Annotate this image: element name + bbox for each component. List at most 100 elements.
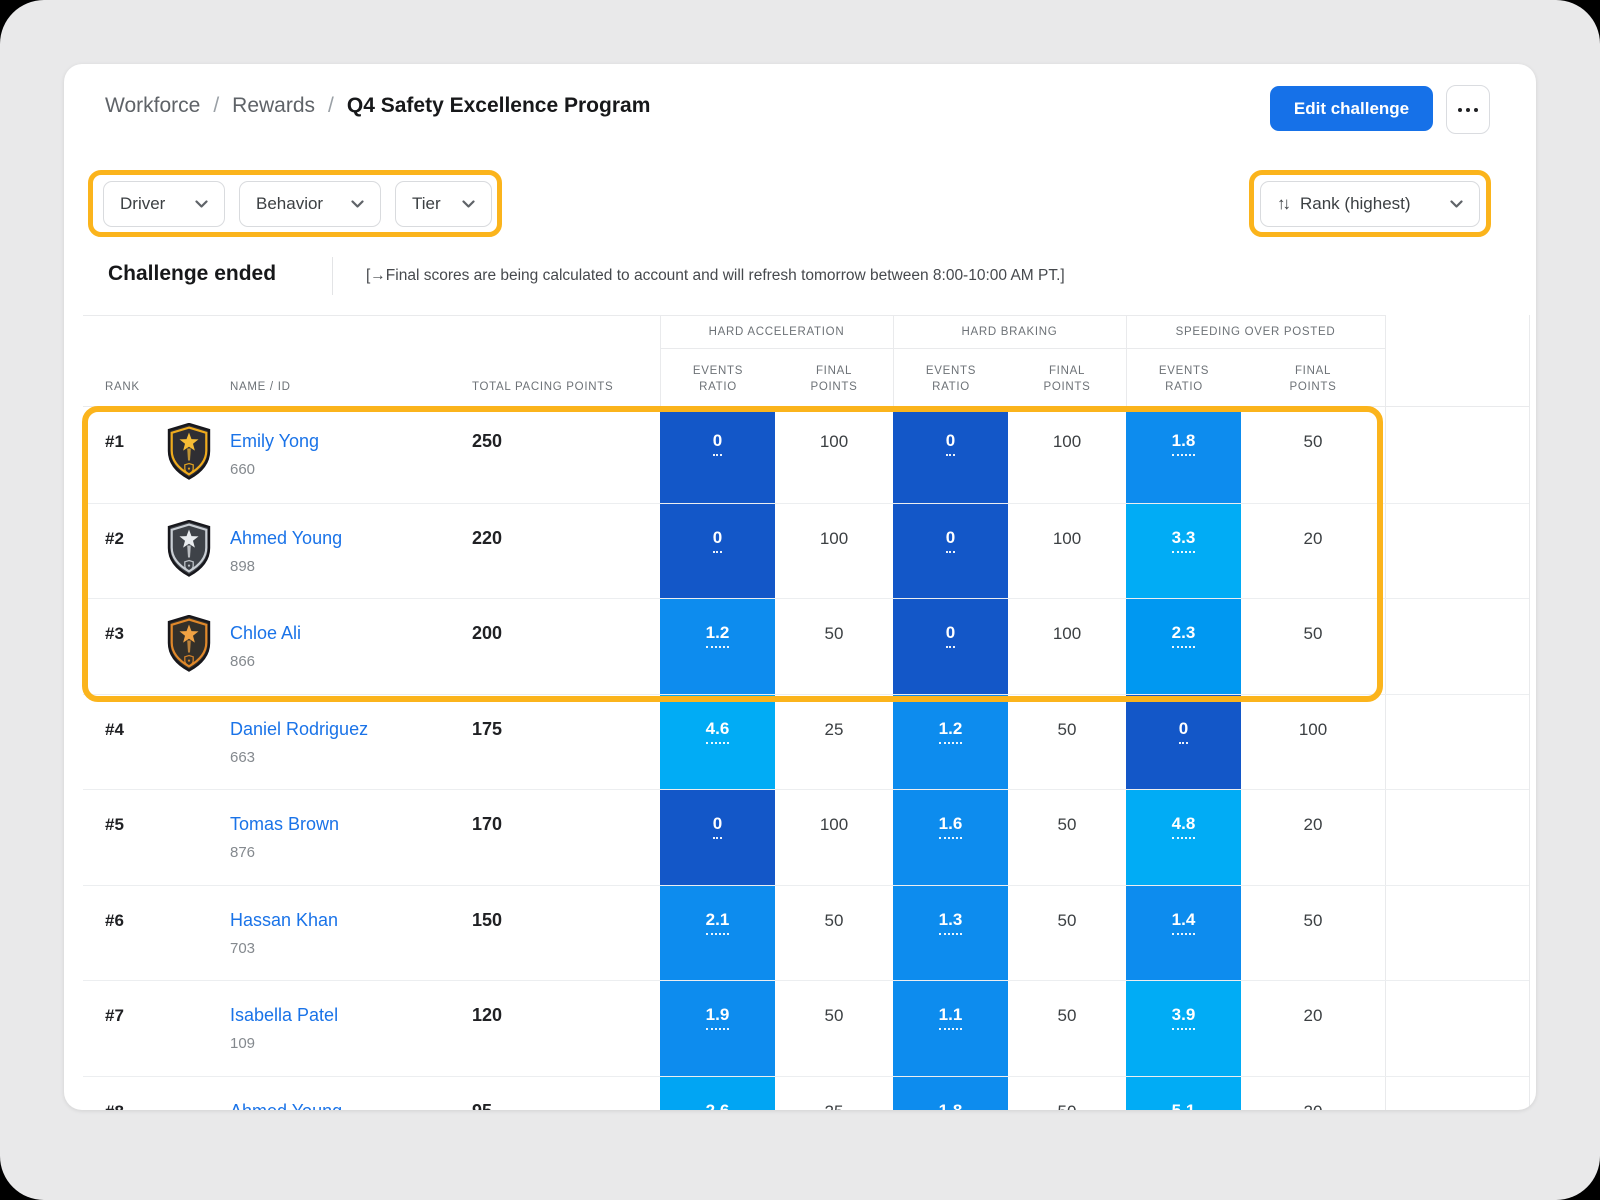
driver-cell: Daniel Rodriguez 663	[210, 695, 460, 790]
events-ratio-value[interactable]: 0	[713, 431, 722, 456]
tier-filter-dropdown[interactable]: Tier	[395, 181, 492, 227]
ellipsis-icon	[1466, 108, 1470, 112]
events-ratio-value[interactable]: 2.3	[1172, 623, 1196, 648]
events-ratio-value[interactable]: 1.9	[706, 1005, 730, 1030]
driver-name-link[interactable]: Ahmed Young	[230, 528, 460, 549]
final-points-value: 100	[1241, 695, 1385, 790]
driver-name-link[interactable]: Chloe Ali	[230, 623, 460, 644]
leaderboard-table: HARD ACCELERATION HARD BRAKING SPEEDING …	[83, 315, 1530, 1110]
driver-name-link[interactable]: Ahmed Young	[230, 1101, 460, 1111]
events-ratio-cell: 1.9	[660, 981, 775, 1076]
challenge-detail-card: Workforce / Rewards / Q4 Safety Excellen…	[64, 64, 1536, 1110]
total-pacing-points-value: 120	[460, 981, 660, 1076]
group-header-border	[660, 348, 1385, 349]
events-ratio-value[interactable]: 3.9	[1172, 1005, 1196, 1030]
table-row-rank-2: #2 Ahmed Young 898 220 0 100 0 100 3.3	[83, 503, 1529, 599]
final-points-value: 25	[775, 1077, 893, 1111]
driver-name-link[interactable]: Tomas Brown	[230, 814, 460, 835]
events-ratio-value[interactable]: 5.1	[1172, 1101, 1196, 1111]
page-title: Q4 Safety Excellence Program	[347, 94, 651, 118]
rank-value: #7	[83, 981, 155, 1076]
edit-challenge-button[interactable]: Edit challenge	[1270, 86, 1433, 131]
sort-dropdown[interactable]: ↑↓ Rank (highest)	[1260, 181, 1480, 227]
driver-cell: Isabella Patel 109	[210, 981, 460, 1076]
events-ratio-value[interactable]: 4.6	[706, 719, 730, 744]
challenge-status-title: Challenge ended	[108, 262, 276, 286]
events-ratio-value[interactable]: 3.3	[1172, 528, 1196, 553]
driver-id: 898	[230, 558, 460, 575]
final-points-value: 50	[775, 886, 893, 981]
behavior-filter-dropdown[interactable]: Behavior	[239, 181, 381, 227]
events-ratio-value[interactable]: 4.8	[1172, 814, 1196, 839]
events-ratio-value[interactable]: 1.2	[706, 623, 730, 648]
events-ratio-value[interactable]: 0	[713, 814, 722, 839]
column-header-events-ratio: EVENTS RATIO	[1144, 363, 1224, 396]
events-ratio-value[interactable]: 1.1	[939, 1005, 963, 1030]
breadcrumb-workforce[interactable]: Workforce	[105, 94, 200, 118]
chevron-down-icon	[195, 200, 208, 208]
rank-value: #6	[83, 886, 155, 981]
events-ratio-value[interactable]: 1.3	[939, 910, 963, 935]
driver-name-link[interactable]: Isabella Patel	[230, 1005, 460, 1026]
column-header-final-points: FINAL POINTS	[794, 363, 874, 396]
events-ratio-cell: 0	[893, 504, 1008, 599]
events-ratio-cell: 1.1	[893, 981, 1008, 1076]
events-ratio-value[interactable]: 1.4	[1172, 910, 1196, 935]
driver-cell: Hassan Khan 703	[210, 886, 460, 981]
driver-filter-dropdown[interactable]: Driver	[103, 181, 225, 227]
driver-cell: Emily Yong 660	[210, 407, 460, 503]
events-ratio-value[interactable]: 1.8	[939, 1101, 963, 1111]
driver-id: 703	[230, 940, 460, 957]
final-points-value: 20	[1241, 1077, 1385, 1111]
driver-id: 660	[230, 461, 460, 478]
spacer-cell	[1385, 599, 1530, 694]
header-bottom-border	[83, 406, 1530, 407]
events-ratio-value[interactable]: 0	[713, 528, 722, 553]
events-ratio-cell: 1.2	[893, 695, 1008, 790]
table-row-rank-5: #5 Tomas Brown 876 170 0 100 1.6 50 4.8 …	[83, 789, 1529, 885]
driver-name-link[interactable]: Emily Yong	[230, 431, 460, 452]
ellipsis-icon	[1458, 108, 1462, 112]
final-points-value: 50	[1008, 886, 1126, 981]
events-ratio-value[interactable]: 0	[946, 431, 955, 456]
column-header-name-id: NAME / ID	[230, 379, 291, 396]
spacer-cell	[1385, 504, 1530, 599]
gold-rank-badge-icon	[167, 423, 211, 480]
spacer-cell	[1385, 1077, 1530, 1111]
driver-filter-label: Driver	[120, 194, 165, 214]
driver-cell: Chloe Ali 866	[210, 599, 460, 694]
driver-name-link[interactable]: Hassan Khan	[230, 910, 460, 931]
silver-rank-badge-icon	[167, 520, 211, 577]
final-points-value: 100	[775, 504, 893, 599]
final-points-value: 20	[1241, 504, 1385, 599]
events-ratio-cell: 2.3	[1126, 599, 1241, 694]
events-ratio-value[interactable]: 2.6	[706, 1101, 730, 1111]
events-ratio-value[interactable]: 1.2	[939, 719, 963, 744]
events-ratio-value[interactable]: 0	[1179, 719, 1188, 744]
events-ratio-value[interactable]: 1.6	[939, 814, 963, 839]
final-points-value: 100	[1008, 599, 1126, 694]
events-ratio-value[interactable]: 2.1	[706, 910, 730, 935]
column-header-total-pacing-points: TOTAL PACING POINTS	[472, 379, 613, 396]
events-ratio-value[interactable]: 0	[946, 528, 955, 553]
total-pacing-points-value: 170	[460, 790, 660, 885]
behavior-filter-label: Behavior	[256, 194, 323, 214]
driver-name-link[interactable]: Daniel Rodriguez	[230, 719, 460, 740]
sort-label: Rank (highest)	[1300, 194, 1436, 214]
breadcrumb: Workforce / Rewards / Q4 Safety Excellen…	[105, 94, 650, 118]
events-ratio-cell: 0	[1126, 695, 1241, 790]
more-options-button[interactable]	[1446, 85, 1490, 134]
spacer-cell	[1385, 981, 1530, 1076]
events-ratio-value[interactable]: 1.8	[1172, 431, 1196, 456]
final-points-value: 50	[1008, 1077, 1126, 1111]
tier-filter-label: Tier	[412, 194, 441, 214]
rank-value: #4	[83, 695, 155, 790]
total-pacing-points-value: 150	[460, 886, 660, 981]
table-row-rank-8: #8 Ahmed Young 95 2.6 25 1.8 50 5.1 20	[83, 1076, 1529, 1111]
badge-cell	[155, 981, 210, 1076]
events-ratio-cell: 0	[660, 790, 775, 885]
events-ratio-value[interactable]: 0	[946, 623, 955, 648]
breadcrumb-rewards[interactable]: Rewards	[232, 94, 315, 118]
final-points-value: 50	[1008, 695, 1126, 790]
spacer-cell	[1385, 790, 1530, 885]
